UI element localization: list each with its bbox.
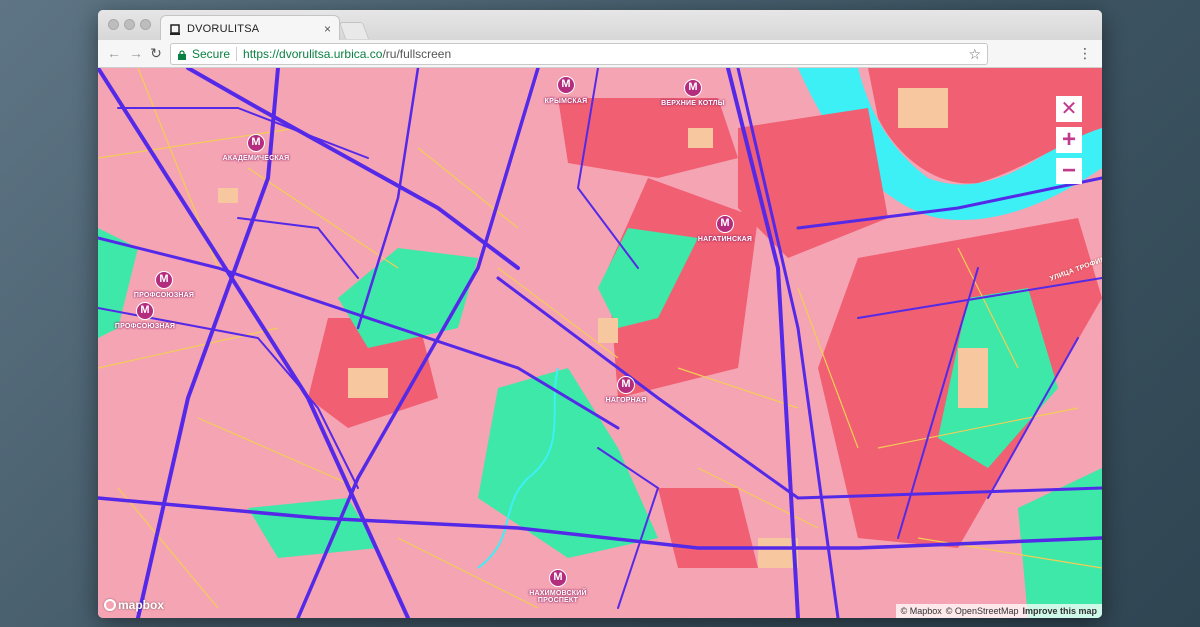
osm-attribution-link[interactable]: © OpenStreetMap	[946, 606, 1019, 616]
plus-icon: +	[1061, 126, 1076, 153]
lock-icon	[177, 49, 187, 60]
back-icon[interactable]: ←	[106, 45, 122, 61]
close-window-button[interactable]	[108, 19, 119, 30]
metro-label-krymskaya: КРЫМСКАЯ	[544, 98, 588, 105]
metro-icon[interactable]: М	[549, 569, 567, 587]
metro-label-akademicheskaya: АКАДЕМИЧЕСКАЯ	[222, 155, 290, 162]
secure-label: Secure	[192, 47, 231, 61]
reload-icon[interactable]: ↻	[148, 45, 164, 61]
metro-icon[interactable]: М	[557, 76, 575, 94]
improve-map-link[interactable]: Improve this map	[1022, 606, 1097, 616]
metro-label-nagornaya: НАГОРНАЯ	[605, 397, 647, 404]
mapbox-logo-text: mapbox	[118, 598, 165, 612]
minimize-window-button[interactable]	[124, 19, 135, 30]
metro-label-verkhnie-kotly: ВЕРХНИЕ КОТЛЫ	[661, 100, 725, 107]
star-icon[interactable]: ☆	[968, 46, 981, 63]
menu-icon[interactable]: ⋮	[1078, 45, 1092, 61]
metro-icon[interactable]: М	[617, 376, 635, 394]
tab-dvorulitsa[interactable]: DVORULITSA ×	[160, 15, 340, 41]
industrial-area	[738, 108, 888, 258]
metro-label-nagatinskaya: НАГАТИНСКАЯ	[697, 236, 753, 243]
mapbox-icon	[104, 599, 116, 611]
url-path: /ru/fullscreen	[382, 47, 452, 61]
close-icon[interactable]: ×	[324, 22, 331, 36]
forward-icon[interactable]: →	[128, 45, 144, 61]
close-icon: ✕	[1060, 98, 1078, 120]
address-bar[interactable]: Secure https://dvorulitsa.urbica.co /ru/…	[170, 43, 988, 65]
zoom-out-button[interactable]: −	[1056, 158, 1082, 184]
minus-icon: −	[1061, 157, 1076, 184]
url-host: https://dvorulitsa.urbica.co	[243, 47, 383, 61]
new-tab-button[interactable]	[338, 22, 370, 39]
metro-label-profsoyuznaya-2: ПРОФСОЮЗНАЯ	[114, 323, 176, 330]
metro-label-profsoyuznaya: ПРОФСОЮЗНАЯ	[133, 292, 195, 299]
maximize-window-button[interactable]	[140, 19, 151, 30]
industrial-area	[658, 488, 758, 568]
map-canvas[interactable]: ✕ + − М КРЫМСКАЯ М ВЕРХНИЕ КОТЛЫ М АКАДЕ…	[98, 68, 1102, 618]
metro-icon[interactable]: М	[684, 79, 702, 97]
metro-icon[interactable]: М	[247, 134, 265, 152]
zoom-in-button[interactable]: +	[1056, 127, 1082, 153]
title-bar: DVORULITSA ×	[98, 10, 1102, 41]
park	[338, 248, 478, 348]
mapbox-logo[interactable]: mapbox	[104, 598, 164, 612]
browser-toolbar: ← → ↻ Secure https://dvorulitsa.urbica.c…	[98, 40, 1102, 68]
metro-icon[interactable]: М	[155, 271, 173, 289]
metro-icon[interactable]: М	[136, 302, 154, 320]
browser-window: DVORULITSA × ← → ↻ Secure https://dvorul…	[98, 10, 1102, 618]
metro-label-nakhimovsky: НАХИМОВСКИЙ ПРОСПЕКТ	[529, 590, 587, 604]
map-layer	[98, 68, 1102, 618]
map-attribution: © Mapbox © OpenStreetMap Improve this ma…	[895, 604, 1102, 618]
tab-title: DVORULITSA	[187, 22, 260, 35]
favicon-icon	[169, 23, 181, 35]
close-map-button[interactable]: ✕	[1056, 96, 1082, 122]
mapbox-attribution-link[interactable]: © Mapbox	[901, 606, 942, 616]
metro-icon[interactable]: М	[716, 215, 734, 233]
